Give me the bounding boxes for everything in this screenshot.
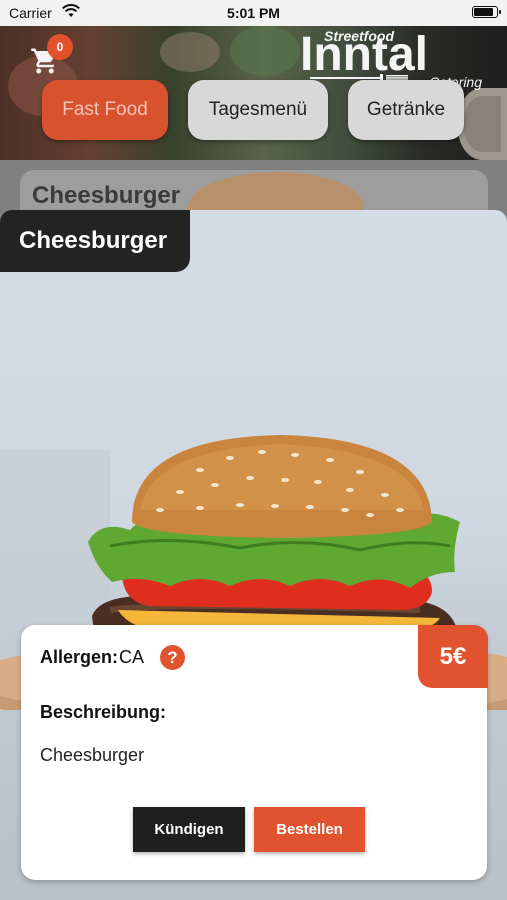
tab-fast-food[interactable]: Fast Food [42,80,168,140]
list-item-title: Cheesburger [32,182,181,209]
price-badge: 5€ [418,625,488,688]
description-value: Cheesburger [40,745,145,765]
battery-icon [472,6,501,18]
order-button[interactable]: Bestellen [254,807,365,852]
cart-count-badge: 0 [47,34,73,60]
allergen-value: CA [119,646,145,667]
allergen-row: Allergen: CA [40,645,144,669]
cancel-button[interactable]: Kündigen [133,807,245,852]
allergen-label: Allergen: [40,646,119,667]
clock: 5:01 PM [227,5,280,21]
tab-tagesmenu[interactable]: Tagesmenü [188,80,328,140]
status-bar: Carrier 5:01 PM [0,0,507,26]
tab-getraenke[interactable]: Getränke [348,80,464,140]
help-icon[interactable]: ? [160,645,185,670]
description-label: Beschreibung: [40,702,167,722]
modal-title: Cheesburger [0,210,190,272]
header: 0 Inntal Streetfood Catering Fast Food T… [0,26,507,160]
logo-top-text: Streetfood [324,28,394,44]
